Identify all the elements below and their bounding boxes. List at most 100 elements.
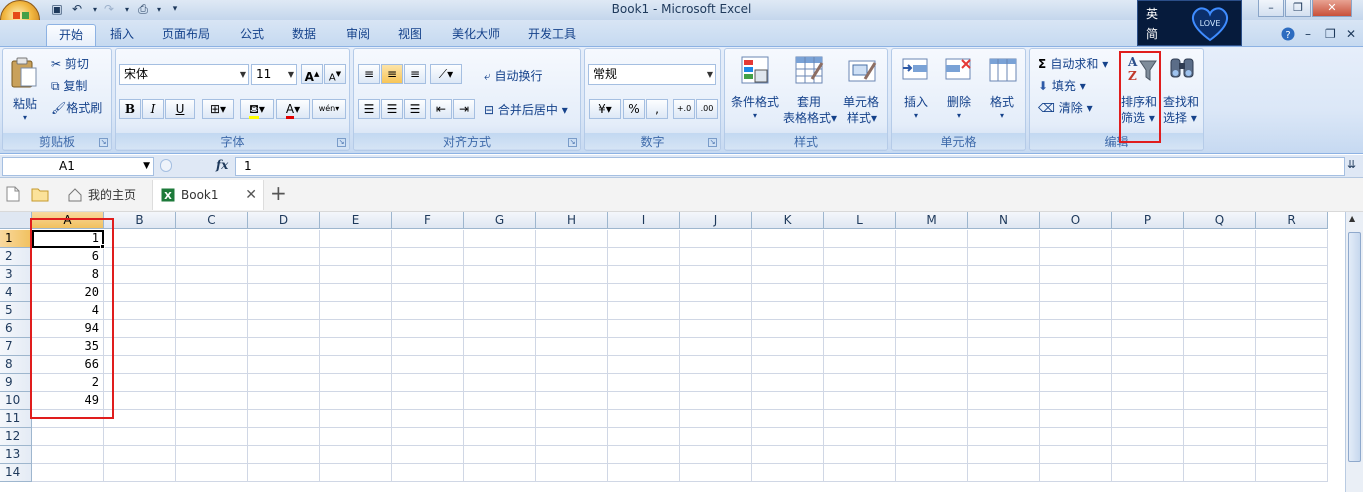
column-header-r[interactable]: R [1256, 212, 1328, 229]
cell-n2[interactable] [968, 248, 1040, 266]
merge-center-button[interactable]: ⊟ 合并后居中 ▾ [484, 101, 568, 118]
cell-o3[interactable] [1040, 266, 1112, 284]
cell-o5[interactable] [1040, 302, 1112, 320]
find-select-button[interactable]: 查找和 选择 ▾ [1161, 53, 1203, 131]
cell-i12[interactable] [608, 428, 680, 446]
cell-b14[interactable] [104, 464, 176, 482]
cell-p12[interactable] [1112, 428, 1184, 446]
cell-g12[interactable] [464, 428, 536, 446]
shrink-font-button[interactable]: A▼ [324, 64, 346, 84]
cell-p7[interactable] [1112, 338, 1184, 356]
cell-o4[interactable] [1040, 284, 1112, 302]
cell-e1[interactable] [320, 230, 392, 248]
column-header-c[interactable]: C [176, 212, 248, 229]
cell-f14[interactable] [392, 464, 464, 482]
cell-q10[interactable] [1184, 392, 1256, 410]
cell-d5[interactable] [248, 302, 320, 320]
cell-g9[interactable] [464, 374, 536, 392]
cell-o8[interactable] [1040, 356, 1112, 374]
cell-p11[interactable] [1112, 410, 1184, 428]
cell-o11[interactable] [1040, 410, 1112, 428]
row-header-4[interactable]: 4 [0, 284, 32, 302]
save-icon[interactable]: ▣ [48, 1, 66, 18]
decrease-decimal-button[interactable]: .00 [696, 99, 718, 119]
ribbon-restore-icon[interactable]: ❐ [1325, 27, 1336, 41]
cell-l7[interactable] [824, 338, 896, 356]
cell-o12[interactable] [1040, 428, 1112, 446]
cell-c8[interactable] [176, 356, 248, 374]
cell-m5[interactable] [896, 302, 968, 320]
cell-j8[interactable] [680, 356, 752, 374]
cell-f10[interactable] [392, 392, 464, 410]
cell-n8[interactable] [968, 356, 1040, 374]
cell-g13[interactable] [464, 446, 536, 464]
cell-m10[interactable] [896, 392, 968, 410]
alignment-launcher-icon[interactable]: ↘ [568, 138, 577, 147]
cell-r8[interactable] [1256, 356, 1328, 374]
cell-i7[interactable] [608, 338, 680, 356]
cell-k5[interactable] [752, 302, 824, 320]
cell-n9[interactable] [968, 374, 1040, 392]
cell-e9[interactable] [320, 374, 392, 392]
cell-l10[interactable] [824, 392, 896, 410]
percent-button[interactable]: % [623, 99, 645, 119]
cell-r11[interactable] [1256, 410, 1328, 428]
cell-q9[interactable] [1184, 374, 1256, 392]
open-folder-icon[interactable] [31, 186, 49, 205]
cut-button[interactable]: ✂ 剪切 [51, 55, 89, 72]
increase-indent-button[interactable]: ⇥ [453, 99, 475, 119]
align-top-button[interactable]: ≡ [358, 64, 380, 84]
cell-f6[interactable] [392, 320, 464, 338]
cell-e8[interactable] [320, 356, 392, 374]
currency-button[interactable]: ¥▾ [589, 99, 621, 119]
cell-o14[interactable] [1040, 464, 1112, 482]
cell-k11[interactable] [752, 410, 824, 428]
cell-f5[interactable] [392, 302, 464, 320]
cell-h13[interactable] [536, 446, 608, 464]
cell-g5[interactable] [464, 302, 536, 320]
cell-j6[interactable] [680, 320, 752, 338]
cell-d9[interactable] [248, 374, 320, 392]
column-header-q[interactable]: Q [1184, 212, 1256, 229]
cell-c13[interactable] [176, 446, 248, 464]
column-header-g[interactable]: G [464, 212, 536, 229]
cell-h4[interactable] [536, 284, 608, 302]
cell-styles-button[interactable]: 单元格 样式▾ [837, 55, 887, 131]
row-header-8[interactable]: 8 [0, 356, 32, 374]
cell-b10[interactable] [104, 392, 176, 410]
cell-q3[interactable] [1184, 266, 1256, 284]
cell-j12[interactable] [680, 428, 752, 446]
column-header-o[interactable]: O [1040, 212, 1112, 229]
phonetic-button[interactable]: wén▾ [312, 99, 346, 119]
tab-my-home[interactable]: 我的主页 [60, 180, 152, 210]
cell-g2[interactable] [464, 248, 536, 266]
cell-o7[interactable] [1040, 338, 1112, 356]
cell-m8[interactable] [896, 356, 968, 374]
cell-d8[interactable] [248, 356, 320, 374]
cell-b1[interactable] [104, 230, 176, 248]
cell-n11[interactable] [968, 410, 1040, 428]
row-header-7[interactable]: 7 [0, 338, 32, 356]
cell-d2[interactable] [248, 248, 320, 266]
cell-b8[interactable] [104, 356, 176, 374]
cell-r6[interactable] [1256, 320, 1328, 338]
cell-d7[interactable] [248, 338, 320, 356]
number-format-select[interactable]: 常规 ▼ [588, 64, 716, 85]
cell-p9[interactable] [1112, 374, 1184, 392]
delete-cells-button[interactable]: 删除 ▾ [939, 55, 979, 131]
column-header-n[interactable]: N [968, 212, 1040, 229]
cell-g3[interactable] [464, 266, 536, 284]
cell-f2[interactable] [392, 248, 464, 266]
fill-color-button[interactable]: ⛾▾ [240, 99, 274, 119]
ime-widget[interactable]: 英 简 LOVE [1137, 0, 1242, 46]
cell-r3[interactable] [1256, 266, 1328, 284]
cell-l12[interactable] [824, 428, 896, 446]
cell-m3[interactable] [896, 266, 968, 284]
cell-q4[interactable] [1184, 284, 1256, 302]
format-painter-button[interactable]: 🖌格式刷 [51, 99, 102, 116]
row-header-3[interactable]: 3 [0, 266, 32, 284]
format-as-table-button[interactable]: 套用 表格格式▾ [783, 55, 837, 131]
cell-e12[interactable] [320, 428, 392, 446]
font-launcher-icon[interactable]: ↘ [337, 138, 346, 147]
cell-e7[interactable] [320, 338, 392, 356]
